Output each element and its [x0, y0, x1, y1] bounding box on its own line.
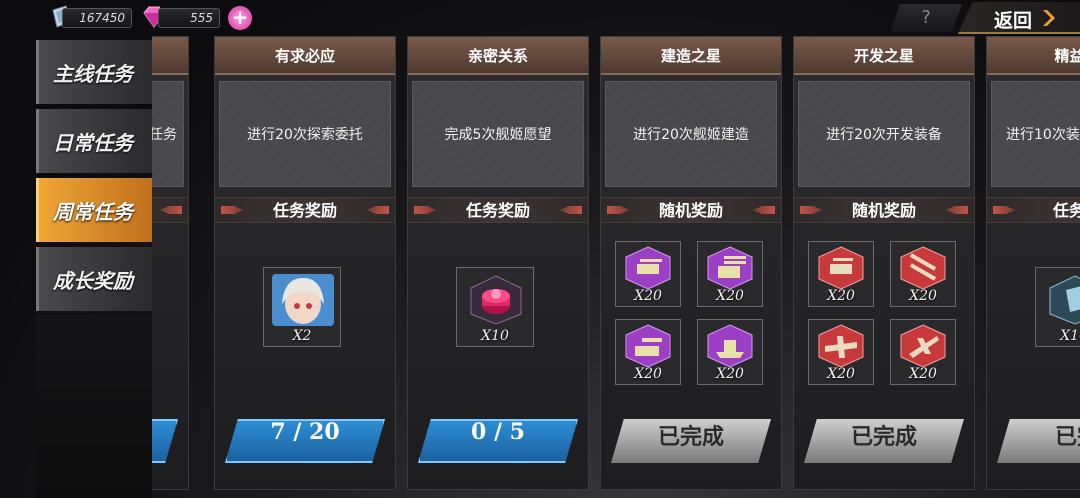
reward-title: 任务奖励: [408, 197, 588, 223]
task-completed-button[interactable]: 已完成: [611, 419, 771, 463]
reward-list: X10: [987, 227, 1080, 407]
purple-ship-icon: [707, 324, 753, 368]
currency-crystal-amount: 167450: [62, 8, 132, 28]
reward-item[interactable]: X20: [697, 319, 763, 385]
red-torpedo-icon: [900, 246, 946, 290]
reward-item[interactable]: X20: [890, 319, 956, 385]
character-portrait-icon: [272, 274, 334, 326]
task-description: 进行20次开发装备: [798, 81, 970, 187]
reward-item[interactable]: X10: [1035, 267, 1080, 347]
red-airplane-icon: [818, 324, 864, 368]
purple-triple-turret-icon: [707, 246, 753, 290]
reward-quantity: X20: [909, 366, 937, 382]
sidebar-item-label: 日常任务: [53, 131, 133, 155]
task-description: 进行20次探索委托: [219, 81, 391, 187]
reward-quantity: X20: [827, 288, 855, 304]
help-button[interactable]: ?: [890, 4, 962, 32]
sidebar-item-label: 主线任务: [53, 62, 133, 86]
red-fighter-icon: [900, 324, 946, 368]
currency-diamond-amount: 555: [158, 8, 220, 28]
reward-title: 任务奖: [987, 197, 1080, 223]
task-completed-button[interactable]: 已完成: [804, 419, 964, 463]
task-description: 进行20次舰姬建造: [605, 81, 777, 187]
task-title: 开发之星: [794, 37, 974, 75]
reward-title: 随机奖励: [794, 197, 974, 223]
sidebar-item-daily-quests[interactable]: 日常任务: [36, 109, 152, 173]
reward-title: 任务奖励: [215, 197, 395, 223]
reward-title: 随机奖励: [601, 197, 781, 223]
red-gun-turret-icon: [818, 246, 864, 290]
reward-quantity: X10: [481, 328, 509, 344]
purple-cannon-icon: [625, 324, 671, 368]
reward-item[interactable]: X20: [615, 319, 681, 385]
reward-quantity: X20: [909, 288, 937, 304]
sidebar-item-main-quests[interactable]: 主线任务: [36, 40, 152, 104]
task-title: [152, 37, 188, 75]
reward-list: X20 X20 X20 X20: [794, 227, 974, 407]
reward-quantity: X10: [1060, 328, 1080, 344]
task-progress-button[interactable]: 0 / 5: [418, 419, 578, 463]
sidebar-item-label: 周常任务: [53, 200, 133, 224]
task-progress-button[interactable]: [152, 419, 178, 463]
task-description: 完成5次舰姬愿望: [412, 81, 584, 187]
reward-list: X2: [215, 227, 395, 407]
task-title: 有求必应: [215, 37, 395, 75]
top-bar: 167450 555 + ? 返回: [0, 0, 1080, 36]
reward-item[interactable]: X20: [890, 241, 956, 307]
back-button-label: 返回: [994, 10, 1033, 32]
reward-item[interactable]: X20: [697, 241, 763, 307]
task-card: 任务: [152, 36, 189, 490]
reward-quantity: X20: [827, 366, 855, 382]
reward-item[interactable]: X20: [808, 319, 874, 385]
sidebar-item-growth-rewards[interactable]: 成长奖励: [36, 247, 152, 311]
task-title: 建造之星: [601, 37, 781, 75]
sidebar-shade: [36, 315, 152, 498]
sidebar-item-weekly-quests[interactable]: 周常任务: [36, 178, 152, 242]
reward-quantity: X20: [716, 288, 744, 304]
task-completed-button[interactable]: 已完: [997, 419, 1080, 463]
reward-quantity: X20: [716, 366, 744, 382]
task-card: 精益求 进行10次装 任务奖 X10 已完: [986, 36, 1080, 490]
task-card: 建造之星 进行20次舰姬建造 随机奖励 X20 X20 X20 X20 已完成: [600, 36, 782, 490]
task-title: 亲密关系: [408, 37, 588, 75]
reward-item[interactable]: X2: [263, 267, 341, 347]
reward-item[interactable]: X10: [456, 267, 534, 347]
reward-list: X10: [408, 227, 588, 407]
task-list[interactable]: 任务 有求必应 进行20次探索委托 任务奖励 X2 7 / 20 亲密关系 完成…: [152, 36, 1080, 498]
reward-quantity: X20: [634, 288, 662, 304]
task-card: 亲密关系 完成5次舰姬愿望 任务奖励 X10 0 / 5: [407, 36, 589, 490]
add-diamond-button[interactable]: +: [228, 6, 252, 30]
sidebar-item-label: 成长奖励: [53, 269, 133, 293]
reward-quantity: X2: [292, 328, 312, 344]
reward-item[interactable]: X20: [808, 241, 874, 307]
reward-list: X20 X20 X20 X20: [601, 227, 781, 407]
task-description: 任务: [152, 81, 184, 187]
pink-gift-icon: [470, 275, 522, 325]
sidebar: 主线任务 日常任务 周常任务 成长奖励: [36, 40, 152, 316]
task-title: 精益求: [987, 37, 1080, 75]
chevron-right-icon: [1043, 10, 1055, 26]
task-card: 开发之星 进行20次开发装备 随机奖励 X20 X20 X20 X20 已完成: [793, 36, 975, 490]
back-button[interactable]: 返回: [958, 2, 1080, 34]
task-progress-button[interactable]: 7 / 20: [225, 419, 385, 463]
task-card: 有求必应 进行20次探索委托 任务奖励 X2 7 / 20: [214, 36, 396, 490]
blue-crystal-icon: [1049, 275, 1080, 325]
task-description: 进行10次装: [991, 81, 1080, 187]
reward-item[interactable]: X20: [615, 241, 681, 307]
reward-title: [152, 197, 188, 223]
purple-gun-turret-icon: [625, 246, 671, 290]
reward-quantity: X20: [634, 366, 662, 382]
